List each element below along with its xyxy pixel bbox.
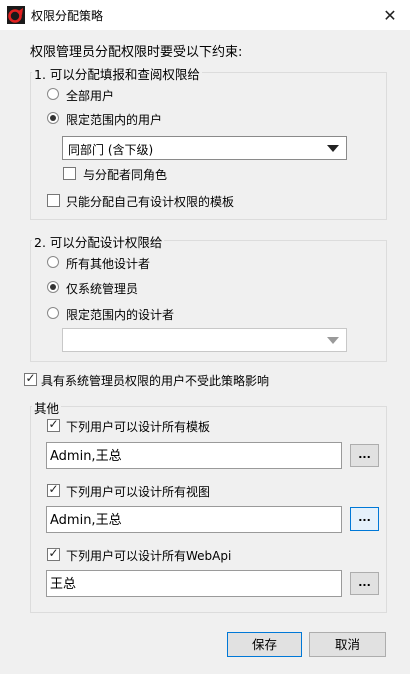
design-permission-group-title: 2. 可以分配设计权限给 bbox=[32, 232, 165, 251]
window-title: 权限分配策略 bbox=[31, 9, 104, 23]
own-template-checkbox[interactable] bbox=[47, 194, 60, 207]
design-range-label[interactable]: 限定范围内的设计者 bbox=[66, 306, 174, 323]
views-browse-button[interactable]: ... bbox=[350, 507, 379, 531]
design-all-radio[interactable] bbox=[47, 256, 59, 268]
design-all-webapi-label[interactable]: 下列用户可以设计所有WebApi bbox=[66, 547, 231, 564]
chevron-down-icon bbox=[327, 337, 339, 344]
templates-browse-button[interactable]: ... bbox=[350, 444, 379, 467]
chevron-down-icon bbox=[327, 145, 339, 152]
design-all-templates-label[interactable]: 下列用户可以设计所有模板 bbox=[66, 418, 210, 435]
exempt-admin-label[interactable]: 具有系统管理员权限的用户不受此策略影响 bbox=[41, 372, 269, 389]
design-all-webapi-checkbox[interactable] bbox=[47, 546, 60, 561]
app-logo-icon bbox=[7, 6, 25, 24]
same-role-label[interactable]: 与分配者同角色 bbox=[83, 166, 167, 183]
fill-range-users-label[interactable]: 限定范围内的用户 bbox=[66, 111, 162, 128]
fill-range-select-value: 同部门 (含下级) bbox=[68, 143, 154, 157]
design-admin-radio[interactable] bbox=[47, 281, 59, 293]
design-admin-label[interactable]: 仅系统管理员 bbox=[66, 280, 138, 297]
other-group-title: 其他 bbox=[32, 398, 62, 417]
views-users-field[interactable]: Admin,王总 bbox=[46, 506, 342, 533]
exempt-admin-checkbox[interactable] bbox=[24, 371, 37, 386]
templates-users-field[interactable]: Admin,王总 bbox=[46, 442, 342, 469]
design-range-radio[interactable] bbox=[47, 307, 59, 319]
webapi-browse-button[interactable]: ... bbox=[350, 572, 379, 595]
webapi-users-field[interactable]: 王总 bbox=[46, 570, 342, 597]
design-all-views-checkbox[interactable] bbox=[47, 482, 60, 497]
design-all-templates-checkbox[interactable] bbox=[47, 417, 60, 432]
fill-permission-group-title: 1. 可以分配填报和查阅权限给 bbox=[32, 64, 202, 83]
own-template-label[interactable]: 只能分配自己有设计权限的模板 bbox=[66, 193, 234, 210]
design-range-select[interactable] bbox=[62, 328, 347, 352]
fill-all-users-radio[interactable] bbox=[47, 88, 59, 100]
close-icon: ✕ bbox=[383, 5, 397, 25]
save-button[interactable]: 保存 bbox=[227, 632, 302, 657]
fill-range-users-radio[interactable] bbox=[47, 112, 59, 124]
fill-range-select[interactable]: 同部门 (含下级) bbox=[62, 136, 347, 160]
design-all-label[interactable]: 所有其他设计者 bbox=[66, 255, 150, 272]
fill-all-users-label[interactable]: 全部用户 bbox=[66, 87, 114, 104]
design-all-views-label[interactable]: 下列用户可以设计所有视图 bbox=[66, 483, 210, 500]
intro-text: 权限管理员分配权限时要受以下约束: bbox=[30, 45, 243, 60]
close-button[interactable]: ✕ bbox=[370, 0, 410, 30]
same-role-checkbox[interactable] bbox=[63, 167, 76, 180]
cancel-button[interactable]: 取消 bbox=[309, 632, 386, 657]
